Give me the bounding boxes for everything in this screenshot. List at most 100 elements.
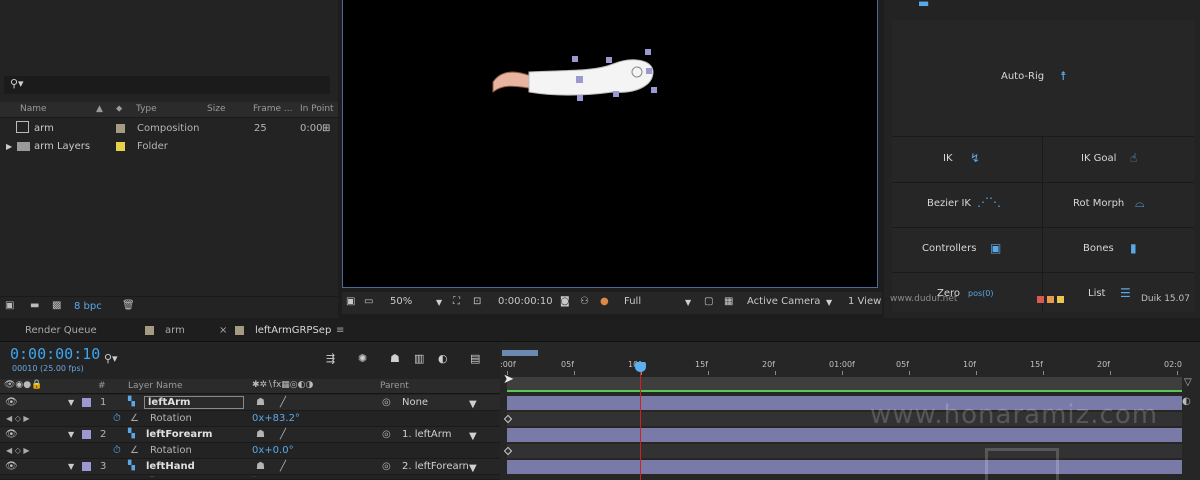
expand-triangle-icon[interactable]: ▼ xyxy=(68,430,74,439)
layer-row[interactable]: 👁 ▼ 1 ▚ leftArm ☗ ╱ ◎ None ▼ xyxy=(0,395,500,411)
shy-switch-icon[interactable]: ☗ xyxy=(256,397,265,408)
list-button[interactable]: List ☰ xyxy=(1080,285,1150,305)
column-number[interactable]: # xyxy=(98,381,106,391)
bezier-ik-button[interactable]: Bezier IK ⋰⋱ xyxy=(920,195,1010,215)
label-tag-icon[interactable]: ⬥ xyxy=(116,104,122,114)
auto-rig-button[interactable]: Auto-Rig ☨ xyxy=(990,68,1080,88)
close-tab-icon[interactable]: × xyxy=(219,325,227,336)
graph-icon[interactable]: ∠ xyxy=(130,445,139,456)
zoom-select[interactable]: 50% xyxy=(390,296,412,307)
duik-website[interactable]: www.dudur.net xyxy=(890,294,957,304)
label-color-swatch[interactable] xyxy=(116,142,125,151)
pickwhip-icon[interactable]: ◎ xyxy=(382,397,391,408)
trash-icon[interactable]: 🗑 xyxy=(122,300,135,311)
shy-switch-icon[interactable]: ☗ xyxy=(256,429,265,440)
keyframe-nav-icon[interactable]: ◀ ◇ ▶ xyxy=(6,414,30,423)
controllers-button[interactable]: Controllers ▣ xyxy=(915,240,1015,260)
timeline-scroll-icon[interactable]: ◐ xyxy=(1182,396,1191,407)
label-color-swatch[interactable] xyxy=(82,398,91,407)
transparency-grid-icon[interactable]: ▦ xyxy=(724,296,733,307)
column-frame-rate[interactable]: Frame ... xyxy=(253,104,293,114)
flowchart-icon[interactable]: ⊞ xyxy=(322,123,330,134)
timeline-search-icon[interactable]: ⚲▾ xyxy=(104,352,118,365)
pickwhip-icon[interactable]: ◎ xyxy=(382,429,391,440)
quality-switch-icon[interactable]: ╱ xyxy=(280,397,286,408)
parent-select[interactable]: 1. leftArm xyxy=(402,429,451,440)
layer-duration-bar[interactable] xyxy=(507,428,1182,442)
rotation-value[interactable]: 0x+0.0° xyxy=(252,445,294,456)
interpret-footage-icon[interactable]: ▣ xyxy=(5,300,14,311)
color-chip-yellow[interactable] xyxy=(1057,296,1064,303)
shy-switch-icon[interactable]: ☗ xyxy=(256,461,265,472)
eye-icon[interactable]: 👁 xyxy=(5,461,18,472)
bones-button[interactable]: Bones ▮ xyxy=(1075,240,1155,260)
label-color-swatch[interactable] xyxy=(82,430,91,439)
duik-tool-icon[interactable]: ▬ xyxy=(918,0,929,10)
project-search-input[interactable]: ⚲▾ xyxy=(4,76,330,94)
label-color-swatch[interactable] xyxy=(116,124,125,133)
sort-icon[interactable]: ▲ xyxy=(96,104,103,114)
expand-triangle-icon[interactable]: ▶ xyxy=(6,142,12,151)
pickwhip-icon[interactable]: ◎ xyxy=(382,461,391,472)
zoom-dropdown-icon[interactable]: ▼ xyxy=(436,298,442,307)
region-of-interest-icon[interactable]: ▢ xyxy=(704,296,713,307)
camera-select[interactable]: Active Camera xyxy=(747,296,820,307)
graph-editor-icon[interactable]: ▤ xyxy=(470,352,480,365)
parent-dropdown-icon[interactable]: ▼ xyxy=(469,399,477,410)
eye-icon[interactable]: 👁 xyxy=(5,397,18,408)
layer-name-field[interactable]: leftArm xyxy=(144,396,244,409)
expand-triangle-icon[interactable]: ▼ xyxy=(68,462,74,471)
project-item-arm[interactable]: arm Composition 25 0:00 ⊞ xyxy=(0,120,338,138)
quality-switch-icon[interactable]: ╱ xyxy=(280,461,286,472)
tab-arm[interactable]: arm xyxy=(165,325,185,336)
expand-triangle-icon[interactable]: ▼ xyxy=(68,398,74,407)
av-features-icons[interactable]: 👁◉●🔒 xyxy=(4,380,42,390)
fit-icon[interactable]: ⛶ xyxy=(453,296,460,307)
draft-3d-icon[interactable]: ✺ xyxy=(358,352,367,365)
resolution-dropdown-icon[interactable]: ▼ xyxy=(685,298,691,307)
tab-menu-icon[interactable]: ≡ xyxy=(336,325,344,336)
color-chip-red[interactable] xyxy=(1037,296,1044,303)
camera-dropdown-icon[interactable]: ▼ xyxy=(826,298,832,307)
column-parent[interactable]: Parent xyxy=(380,381,409,391)
new-composition-icon[interactable]: ▩ xyxy=(52,300,61,311)
motion-blur-icon[interactable]: ◐ xyxy=(438,352,448,365)
rot-morph-button[interactable]: Rot Morph ⌓ xyxy=(1065,195,1165,215)
color-chip-orange[interactable] xyxy=(1047,296,1054,303)
view-layout-select[interactable]: 1 View xyxy=(848,296,881,307)
graph-icon[interactable]: ∠ xyxy=(130,413,139,424)
project-item-arm-layers[interactable]: ▶ arm Layers Folder xyxy=(0,138,338,156)
timeline-nav-end-icon[interactable]: ▽ xyxy=(1184,377,1192,388)
shy-layers-icon[interactable]: ☗ xyxy=(390,352,400,365)
layer-row[interactable]: 👁 ▼ 2 ▚ leftForearm ☗ ╱ ◎ 1. leftArm ▼ xyxy=(0,427,500,443)
tab-render-queue[interactable]: Render Queue xyxy=(25,325,97,336)
ik-goal-button[interactable]: IK Goal ☝ xyxy=(1070,150,1160,170)
channels-icon[interactable]: ● xyxy=(600,296,609,307)
column-layer-name[interactable]: Layer Name xyxy=(128,381,183,391)
layer-duration-bar[interactable] xyxy=(507,460,1182,474)
label-color-swatch[interactable] xyxy=(82,462,91,471)
timeline-timecode[interactable]: 0:00:00:10 xyxy=(10,345,100,363)
always-preview-icon[interactable]: ▣ xyxy=(346,296,355,307)
grid-guides-icon[interactable]: ⊡ xyxy=(473,296,481,307)
layer-row[interactable]: 👁 ▼ 3 ▚ leftHand ☗ ╱ ◎ 2. leftForearn ▼ xyxy=(0,459,500,475)
snapshot-icon[interactable]: ◙ xyxy=(560,296,570,307)
column-in-point[interactable]: In Point xyxy=(300,104,334,114)
monitor-icon[interactable]: ▭ xyxy=(364,296,373,307)
frame-blending-icon[interactable]: ▥ xyxy=(414,352,424,365)
current-time-indicator[interactable] xyxy=(635,362,646,372)
parent-select[interactable]: 2. leftForearn xyxy=(402,461,469,472)
column-type[interactable]: Type xyxy=(136,104,157,114)
parent-select[interactable]: None xyxy=(402,397,428,408)
column-name[interactable]: Name xyxy=(20,104,47,114)
eye-icon[interactable]: 👁 xyxy=(5,429,18,440)
parent-dropdown-icon[interactable]: ▼ xyxy=(469,463,477,474)
tab-leftarmgrpsep[interactable]: leftArmGRPSep xyxy=(255,325,331,336)
layer-name[interactable]: leftHand xyxy=(146,461,195,472)
comp-flowchart-icon[interactable]: ⇶ xyxy=(326,352,335,365)
rotation-value[interactable]: 0x+83.2° xyxy=(252,413,300,424)
composition-canvas[interactable] xyxy=(342,0,878,288)
resolution-select[interactable]: Full xyxy=(624,296,641,307)
viewer-timecode[interactable]: 0:00:00:10 xyxy=(498,296,553,307)
column-size[interactable]: Size xyxy=(207,104,225,114)
